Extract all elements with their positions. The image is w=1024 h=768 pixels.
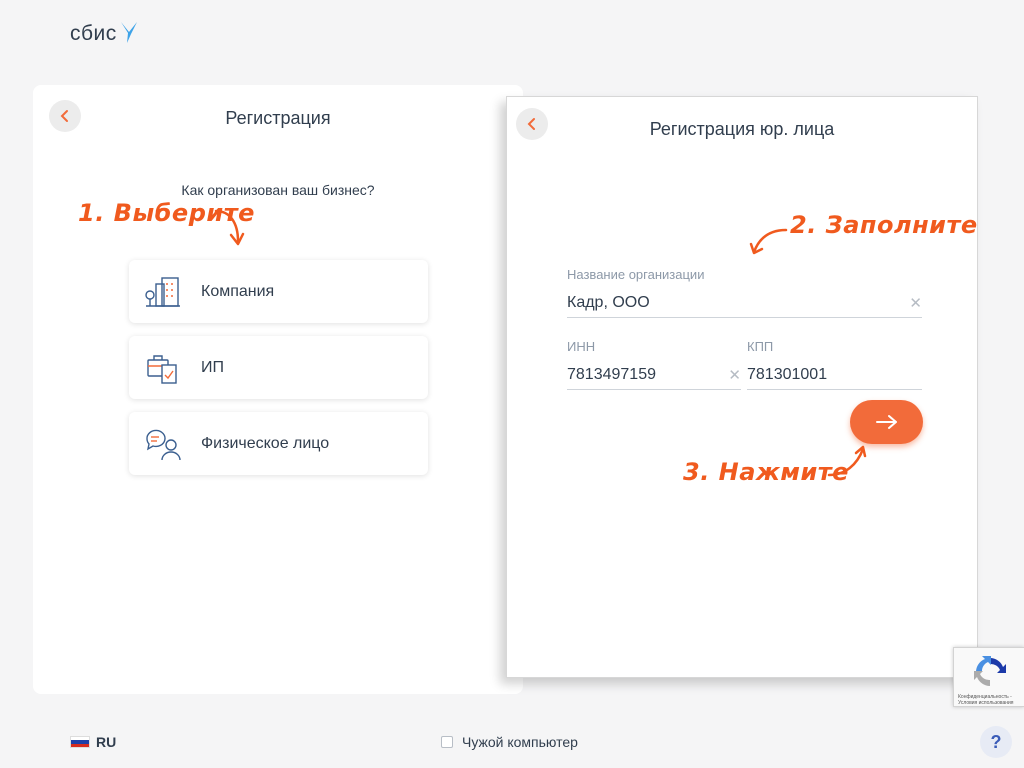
inn-value: 7813497159 — [567, 365, 656, 383]
option-individual[interactable]: Физическое лицо — [129, 412, 428, 475]
option-ip[interactable]: ИП — [129, 336, 428, 399]
foreign-computer-checkbox[interactable] — [441, 736, 453, 748]
bird-logo-icon — [120, 22, 137, 43]
language-label: RU — [96, 734, 117, 750]
building-icon — [143, 272, 183, 312]
clear-icon[interactable]: ✕ — [909, 294, 922, 312]
panel-title: Регистрация юр. лица — [649, 119, 835, 139]
arrow-annotation-icon — [827, 445, 867, 477]
recaptcha-badge[interactable]: Конфиденциальность - Условия использован… — [953, 647, 1024, 707]
arrow-annotation-icon — [749, 228, 788, 255]
logo-text: сбис — [70, 22, 117, 45]
language-selector[interactable]: RU — [70, 734, 116, 750]
sbis-logo[interactable]: сбис — [70, 22, 139, 46]
briefcase-document-icon — [143, 348, 183, 388]
foreign-computer-label: Чужой компьютер — [462, 734, 578, 750]
kpp-input[interactable]: 781301001 — [747, 360, 922, 390]
annotation-step2: 2. Заполните — [790, 211, 978, 239]
arrow-right-icon — [875, 415, 897, 429]
next-button[interactable] — [850, 400, 923, 444]
kpp-label: КПП — [747, 339, 774, 354]
registration-panel: Регистрация Как организован ваш бизнес? … — [33, 85, 523, 694]
page-title: Регистрация — [225, 108, 331, 128]
foreign-computer-option[interactable]: Чужой компьютер — [441, 734, 578, 750]
option-label: Физическое лицо — [201, 434, 330, 452]
org-name-input[interactable]: Кадр, ООО ✕ — [567, 288, 922, 318]
clear-icon[interactable]: ✕ — [728, 366, 741, 384]
org-name-label: Название организации — [567, 267, 705, 282]
inn-label: ИНН — [567, 339, 596, 354]
org-name-value: Кадр, ООО — [567, 293, 650, 311]
option-company[interactable]: Компания — [129, 260, 428, 323]
legal-entity-panel: Регистрация юр. лица Название организаци… — [506, 96, 978, 678]
kpp-value: 781301001 — [747, 365, 828, 383]
org-name-field: Название организации Кадр, ООО ✕ — [567, 267, 922, 318]
option-label: ИП — [201, 358, 224, 376]
inn-input[interactable]: 7813497159 ✕ — [567, 360, 741, 390]
arrow-annotation-icon — [214, 209, 245, 246]
option-label: Компания — [201, 282, 275, 300]
kpp-field: КПП 781301001 — [747, 339, 922, 390]
recaptcha-icon — [974, 656, 1006, 686]
inn-field: ИНН 7813497159 ✕ — [567, 339, 741, 390]
russia-flag-icon — [70, 736, 90, 748]
person-chat-icon — [143, 424, 183, 464]
business-question: Как организован ваш бизнес? — [181, 182, 375, 198]
help-button[interactable]: ? — [980, 726, 1012, 758]
recaptcha-text: Конфиденциальность - Условия использован… — [958, 694, 1014, 706]
